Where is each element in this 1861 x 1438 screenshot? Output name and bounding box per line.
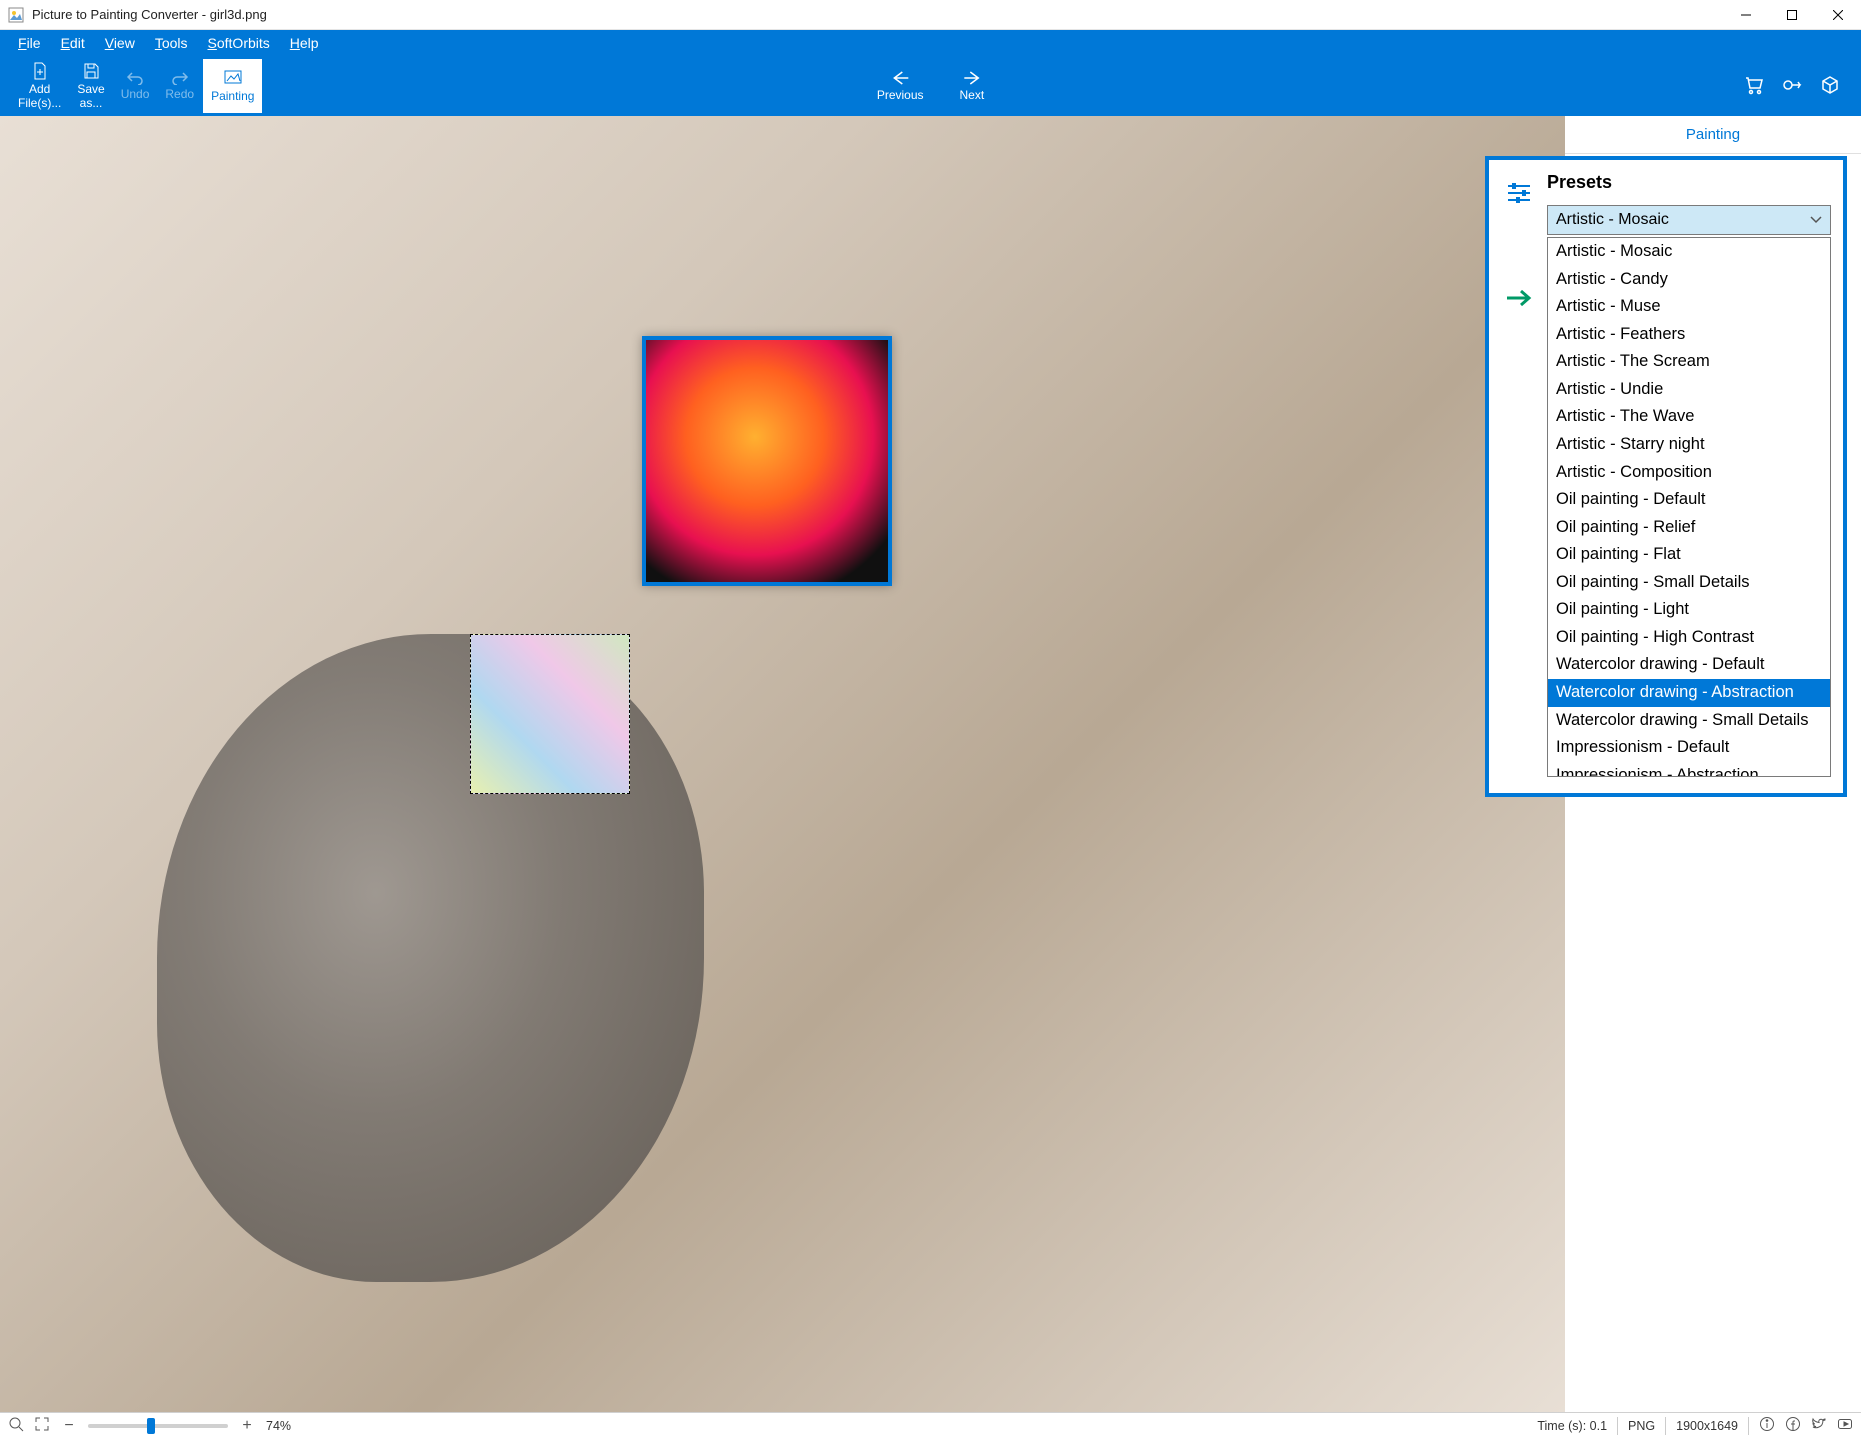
format-label: PNG [1628,1419,1655,1433]
menu-file[interactable]: File [8,33,51,53]
statusbar: − + 74% Time (s): 0.1 PNG 1900x1649 [0,1412,1861,1438]
dimensions-label: 1900x1649 [1676,1419,1738,1433]
menu-softorbits[interactable]: SoftOrbits [198,33,280,53]
selection-overlay-mosaic[interactable] [470,634,630,794]
save-as-button[interactable]: Save as... [69,58,112,114]
presets-selected: Artistic - Mosaic [1556,211,1669,229]
save-as-label: Save as... [77,82,104,111]
facebook-icon[interactable] [1785,1416,1801,1435]
redo-button[interactable]: Redo [157,58,202,114]
side-tab-painting[interactable]: Painting [1565,116,1861,154]
preset-option[interactable]: Watercolor drawing - Default [1548,651,1830,679]
close-button[interactable] [1815,0,1861,30]
zoom-out-button[interactable]: − [60,1417,78,1435]
file-add-icon [31,62,49,80]
zoom-value: 74% [266,1419,291,1433]
menu-tools[interactable]: Tools [145,33,198,53]
preview-overlay-painting[interactable] [642,336,892,586]
preset-option[interactable]: Artistic - Muse [1548,293,1830,321]
cart-icon[interactable] [1743,74,1765,99]
undo-icon [126,71,144,85]
app-icon [8,7,24,23]
preset-option[interactable]: Oil painting - Relief [1548,514,1830,542]
painting-button[interactable]: Painting [202,58,263,114]
preset-option[interactable]: Oil painting - High Contrast [1548,624,1830,652]
zoom-in-button[interactable]: + [238,1417,256,1435]
preset-option[interactable]: Artistic - The Wave [1548,403,1830,431]
preset-option[interactable]: Impressionism - Default [1548,734,1830,762]
previous-icon [890,70,910,86]
redo-icon [171,71,189,85]
zoom-slider-thumb[interactable] [147,1418,155,1434]
preset-option[interactable]: Artistic - Composition [1548,459,1830,487]
redo-label: Redo [165,87,194,101]
menubar: File Edit View Tools SoftOrbits Help [0,30,1861,56]
zoom-tool-icon[interactable] [8,1416,24,1435]
undo-label: Undo [121,87,150,101]
side-tab-label: Painting [1672,120,1754,149]
menu-help[interactable]: Help [280,33,329,53]
preset-option[interactable]: Impressionism - Abstraction [1548,762,1830,777]
preset-option[interactable]: Watercolor drawing - Abstraction [1548,679,1830,707]
preset-option[interactable]: Artistic - Candy [1548,266,1830,294]
add-files-button[interactable]: Add File(s)... [10,58,69,114]
preset-option[interactable]: Artistic - The Scream [1548,348,1830,376]
preset-option[interactable]: Oil painting - Light [1548,596,1830,624]
presets-panel: Presets Artistic - Mosaic Artistic - Mos… [1485,156,1847,797]
chevron-down-icon [1810,211,1822,229]
zoom-slider[interactable] [88,1424,228,1428]
menu-view[interactable]: View [95,33,145,53]
save-icon [82,62,100,80]
preset-option[interactable]: Watercolor drawing - Small Details [1548,707,1830,735]
presets-title: Presets [1547,172,1831,193]
previous-button[interactable]: Previous [869,58,932,114]
add-files-label: Add File(s)... [18,82,61,111]
run-arrow-icon[interactable] [1501,280,1537,316]
key-icon[interactable] [1781,74,1803,99]
presets-dropdown-list[interactable]: Artistic - MosaicArtistic - CandyArtisti… [1547,237,1831,777]
preset-option[interactable]: Artistic - Feathers [1548,321,1830,349]
main-area: Painting Presets Artistic - Mosaic Artis… [0,116,1861,1412]
maximize-button[interactable] [1769,0,1815,30]
info-icon[interactable] [1759,1416,1775,1435]
preset-option[interactable]: Artistic - Starry night [1548,431,1830,459]
previous-label: Previous [877,88,924,102]
sliders-icon[interactable] [1501,174,1537,210]
preset-option[interactable]: Oil painting - Small Details [1548,569,1830,597]
preset-option[interactable]: Artistic - Undie [1548,376,1830,404]
presets-combobox[interactable]: Artistic - Mosaic [1547,205,1831,235]
next-button[interactable]: Next [952,58,993,114]
ribbon: Add File(s)... Save as... Undo Redo Pain… [0,56,1861,116]
preset-option[interactable]: Oil painting - Default [1548,486,1830,514]
preset-option[interactable]: Oil painting - Flat [1548,541,1830,569]
window-title: Picture to Painting Converter - girl3d.p… [32,7,1723,22]
minimize-button[interactable] [1723,0,1769,30]
painting-label: Painting [211,89,254,103]
titlebar: Picture to Painting Converter - girl3d.p… [0,0,1861,30]
package-icon[interactable] [1819,74,1841,99]
next-icon [962,70,982,86]
undo-button[interactable]: Undo [113,58,158,114]
time-label: Time (s): 0.1 [1537,1419,1607,1433]
preset-option[interactable]: Artistic - Mosaic [1548,238,1830,266]
fit-screen-icon[interactable] [34,1416,50,1435]
youtube-icon[interactable] [1837,1416,1853,1435]
canvas[interactable] [0,116,1565,1412]
twitter-icon[interactable] [1811,1416,1827,1435]
next-label: Next [960,88,985,102]
menu-edit[interactable]: Edit [51,33,95,53]
painting-icon [223,69,243,87]
